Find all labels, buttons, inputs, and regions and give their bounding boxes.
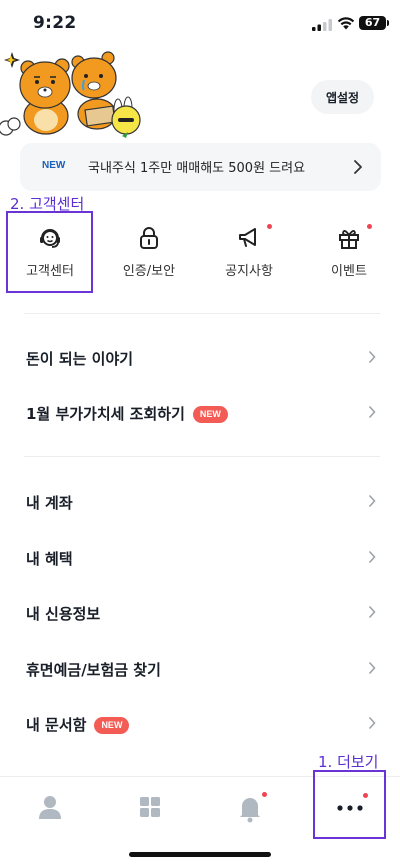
list-item-text: 1월 부가가치세 조회하기 <box>26 405 185 423</box>
quick-menu-auth-security[interactable]: 인증/보안 <box>104 222 194 288</box>
notification-dot <box>262 792 267 797</box>
app-settings-button[interactable]: 앱설정 <box>311 80 374 114</box>
quick-menu-label: 이벤트 <box>331 264 367 279</box>
list-item-label: 내 계좌 <box>26 494 73 512</box>
megaphone-icon <box>239 228 256 247</box>
promo-banner[interactable]: NEW 국내주식 1주만 매매해도 500원 드려요 <box>20 143 381 191</box>
cellular-signal-icon <box>312 19 332 31</box>
home-indicator <box>129 852 271 857</box>
chevron-right-icon <box>368 716 376 730</box>
list-item-my-benefits[interactable]: 내 혜택 <box>0 536 400 580</box>
chevron-right-icon <box>354 160 362 174</box>
chevron-right-icon <box>368 550 376 564</box>
tab-all-menu[interactable] <box>130 791 170 825</box>
wifi-icon <box>337 17 355 30</box>
tab-notifications[interactable] <box>230 791 270 825</box>
list-item-my-documents[interactable]: 내 문서함 NEW <box>0 702 400 746</box>
new-badge: NEW <box>192 406 228 423</box>
section-divider <box>24 313 380 314</box>
list-item-label: 내 문서함 NEW <box>26 714 130 735</box>
lock-icon <box>140 227 158 249</box>
chevron-right-icon <box>368 494 376 508</box>
mascot-illustration <box>0 51 141 138</box>
chevron-right-icon <box>368 350 376 364</box>
person-icon <box>39 796 61 819</box>
banner-text: 국내주식 1주만 매매해도 500원 드려요 <box>88 161 306 176</box>
quick-menu-label: 인증/보안 <box>122 264 176 279</box>
annotation-more-box <box>313 770 386 839</box>
list-item-dormant-deposits[interactable]: 휴면예금/보험금 찾기 <box>0 647 400 691</box>
list-item-label: 내 혜택 <box>26 550 73 568</box>
notification-dot <box>267 224 272 229</box>
banner-new-badge: NEW <box>42 160 66 171</box>
chevron-right-icon <box>368 405 376 419</box>
notification-dot <box>367 224 372 229</box>
list-item-my-credit-info[interactable]: 내 신용정보 <box>0 591 400 635</box>
headset-smile-icon <box>40 229 60 248</box>
grid-icon <box>140 797 160 817</box>
chevron-right-icon <box>368 605 376 619</box>
battery-indicator: 67 <box>359 16 389 30</box>
quick-menu-label: 고객센터 <box>26 264 74 279</box>
quick-menu-events[interactable]: 이벤트 <box>304 222 394 288</box>
list-item-vat-inquiry[interactable]: 1월 부가가치세 조회하기 NEW <box>0 391 400 435</box>
list-item-label: 돈이 되는 이야기 <box>26 350 134 368</box>
list-item-label: 휴면예금/보험금 찾기 <box>26 661 161 679</box>
quick-menu-label: 공지사항 <box>225 264 273 279</box>
list-item-label: 내 신용정보 <box>26 605 101 623</box>
new-badge: NEW <box>94 717 130 734</box>
status-time: 9:22 <box>33 13 77 33</box>
section-divider <box>24 456 380 457</box>
list-item-label: 1월 부가가치세 조회하기 NEW <box>26 403 228 424</box>
chevron-right-icon <box>368 661 376 675</box>
quick-menu-customer-center[interactable]: 고객센터 <box>5 222 95 288</box>
list-item-text: 내 문서함 <box>26 716 87 734</box>
list-item-my-account[interactable]: 내 계좌 <box>0 480 400 524</box>
annotation-more-label: 1. 더보기 <box>318 753 379 771</box>
list-item-money-stories[interactable]: 돈이 되는 이야기 <box>0 336 400 380</box>
tab-profile[interactable] <box>30 791 70 825</box>
quick-menu-notices[interactable]: 공지사항 <box>204 222 294 288</box>
gift-icon <box>339 230 359 249</box>
